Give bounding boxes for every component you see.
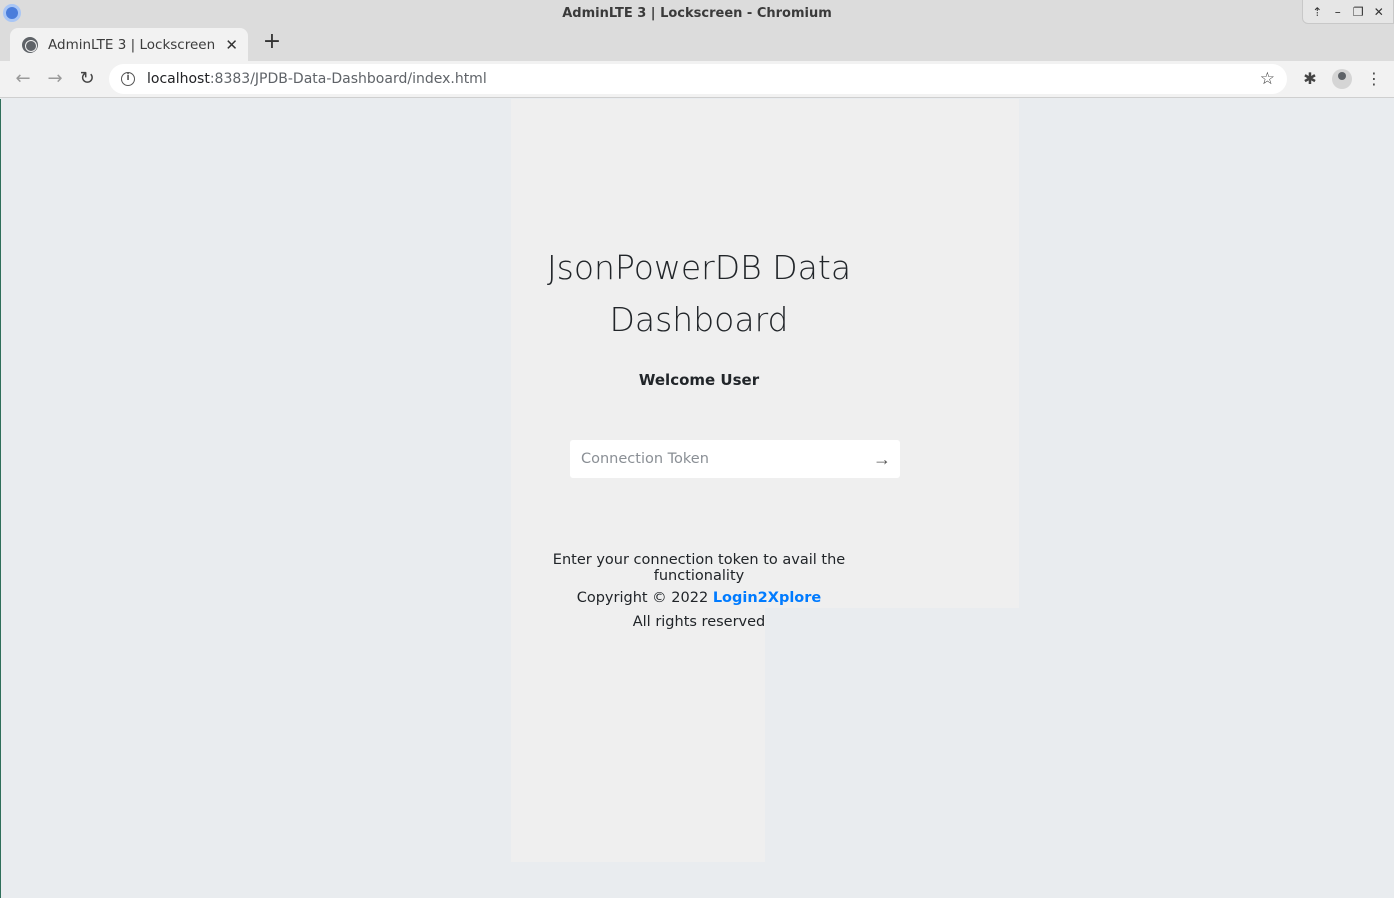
- copyright-line: Copyright © 2022 Login2Xplore: [511, 586, 887, 610]
- page-viewport: JsonPowerDB Data Dashboard Welcome User …: [0, 99, 1394, 898]
- chromium-icon: [3, 4, 21, 22]
- reload-icon[interactable]: ↻: [75, 67, 99, 91]
- tab-label: AdminLTE 3 | Lockscreen: [48, 36, 216, 53]
- new-tab-button[interactable]: +: [260, 31, 284, 55]
- tab-lockscreen[interactable]: AdminLTE 3 | Lockscreen ✕: [10, 28, 248, 61]
- url-text: localhost:8383/JPDB-Data-Dashboard/index…: [147, 71, 1260, 87]
- arrow-right-icon: →: [873, 448, 891, 469]
- browser-menu-icon[interactable]: ⋮: [1362, 67, 1386, 91]
- token-form: →: [570, 440, 900, 478]
- window-controls: ⇡ – ❐ ✕: [1302, 0, 1394, 24]
- minimize-icon[interactable]: –: [1330, 5, 1346, 19]
- restore-icon[interactable]: ❐: [1350, 5, 1366, 19]
- bookmark-star-icon[interactable]: ☆: [1260, 69, 1275, 89]
- connection-token-input[interactable]: [570, 441, 864, 477]
- page-title: JsonPowerDB Data Dashboard: [541, 242, 857, 346]
- copyright-prefix: Copyright © 2022: [576, 590, 713, 606]
- close-window-icon[interactable]: ✕: [1371, 5, 1387, 19]
- profile-avatar-icon[interactable]: [1332, 69, 1352, 89]
- extensions-icon[interactable]: ✱: [1298, 67, 1322, 91]
- forward-icon[interactable]: →: [43, 67, 67, 91]
- info-icon[interactable]: i: [121, 72, 135, 86]
- copyright-footer: Copyright © 2022 Login2Xplore All rights…: [511, 586, 887, 634]
- window-up-icon[interactable]: ⇡: [1309, 5, 1325, 19]
- url-host: localhost: [147, 71, 210, 87]
- submit-token-button[interactable]: →: [864, 441, 900, 477]
- help-text: Enter your connection token to avail the…: [552, 552, 846, 584]
- tab-strip: AdminLTE 3 | Lockscreen ✕ +: [0, 26, 1394, 61]
- window-titlebar: AdminLTE 3 | Lockscreen - Chromium ⇡ – ❐…: [0, 0, 1394, 26]
- back-icon[interactable]: ←: [11, 67, 35, 91]
- window-title: AdminLTE 3 | Lockscreen - Chromium: [562, 5, 832, 21]
- lockscreen-panel-extension: [511, 608, 765, 862]
- close-tab-icon[interactable]: ✕: [225, 36, 238, 54]
- url-path: :8383/JPDB-Data-Dashboard/index.html: [209, 71, 487, 87]
- address-bar[interactable]: i localhost:8383/JPDB-Data-Dashboard/ind…: [109, 64, 1287, 94]
- page-title-line1: JsonPowerDB Data: [546, 248, 852, 287]
- rights-text: All rights reserved: [632, 614, 766, 630]
- browser-toolbar: ← → ↻ i localhost:8383/JPDB-Data-Dashboa…: [0, 61, 1394, 98]
- login2xplore-link[interactable]: Login2Xplore: [713, 590, 821, 606]
- welcome-text: Welcome User: [638, 371, 760, 389]
- page-title-line2: Dashboard: [609, 300, 789, 339]
- globe-icon: [22, 36, 38, 53]
- lockscreen-panel: [511, 99, 1019, 608]
